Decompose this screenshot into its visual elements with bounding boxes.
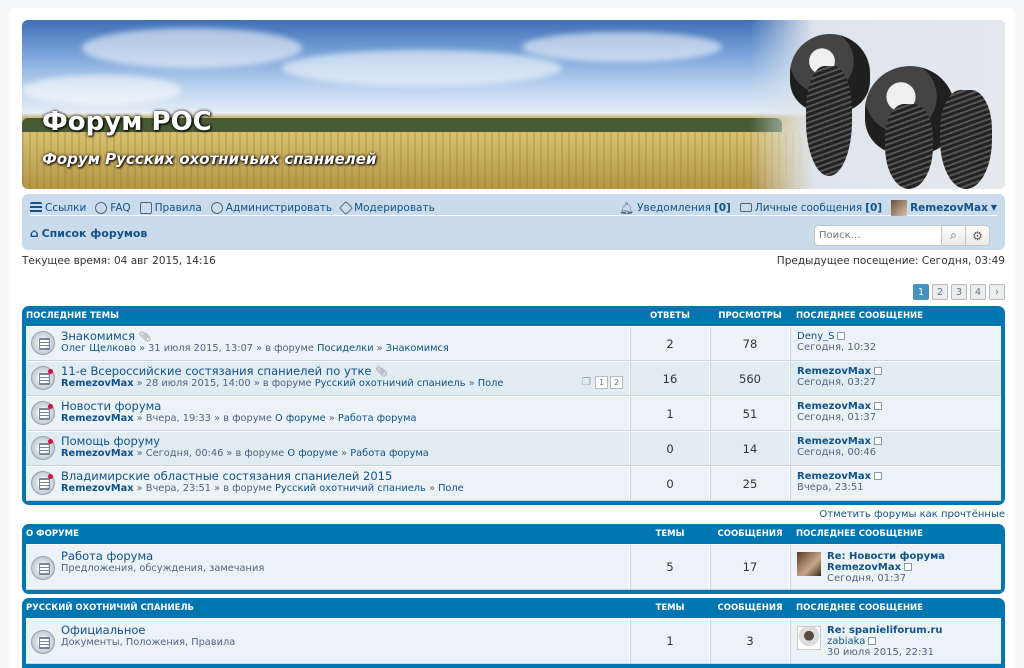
views-count: 51 [710, 397, 790, 430]
views-count: 14 [710, 432, 790, 465]
topic-read-icon[interactable] [31, 331, 55, 355]
page-2[interactable]: 2 [932, 284, 948, 300]
nav-rules[interactable]: Правила [139, 201, 202, 214]
caret-down-icon: ▼ [990, 203, 997, 212]
goto-last-post-icon[interactable] [837, 332, 846, 340]
views-count: 25 [710, 467, 790, 500]
goto-last-post-icon[interactable] [874, 472, 883, 480]
user-avatar [891, 199, 908, 216]
bell-icon: 🔔︎ [618, 200, 635, 215]
replies-count: 0 [630, 467, 710, 500]
goto-last-post-icon[interactable] [874, 402, 883, 410]
search-box: ⌕ ⚙ [814, 225, 990, 246]
forum-title[interactable]: Работа форума [61, 549, 153, 563]
time-row: Текущее время: 04 авг 2015, 14:16 Предыд… [22, 255, 1005, 267]
nav-moderate[interactable]: Модерировать [338, 200, 435, 215]
menu-icon [30, 201, 42, 214]
forum-title[interactable]: Официальное [61, 623, 145, 637]
nav-private-messages[interactable]: Личные сообщения [0] [739, 202, 882, 214]
topic-title[interactable]: 11-е Всероссийские состязания спаниелей … [61, 364, 371, 378]
forum-description: Предложения, обсуждения, замечания [61, 563, 265, 574]
pages-icon: ❐ [582, 377, 591, 388]
pagination: 1 2 3 4 › [913, 284, 1005, 300]
topic-row: Новости форума RemezovMax » Вчера, 19:33… [26, 396, 1001, 431]
recent-topics-header: Последние темы Ответы Просмотры Последне… [26, 311, 923, 321]
topic-row: Владимирские областные состязания спание… [26, 466, 1001, 501]
rules-icon [139, 201, 152, 214]
goto-last-post-icon[interactable] [904, 563, 913, 571]
topic-page-2[interactable]: 2 [610, 376, 623, 389]
help-icon [95, 201, 108, 214]
topic-page-1[interactable]: 1 [595, 376, 608, 389]
recent-topics-box: Последние темы Ответы Просмотры Последне… [22, 306, 1005, 505]
search-input[interactable] [814, 225, 942, 246]
home-icon: ⌂ [30, 226, 39, 240]
attachment-icon: 📎︎ [374, 367, 388, 378]
replies-count: 1 [630, 397, 710, 430]
nav-notifications[interactable]: 🔔︎ Уведомления [0] [619, 201, 731, 215]
replies-count: 2 [630, 327, 710, 360]
replies-count: 16 [630, 362, 710, 395]
gear-icon: ⚙ [972, 228, 983, 243]
replies-count: 0 [630, 432, 710, 465]
page-next[interactable]: › [989, 284, 1005, 300]
envelope-icon [739, 203, 752, 212]
spaniels-image [750, 20, 1005, 189]
current-time: Текущее время: 04 авг 2015, 14:16 [22, 255, 216, 267]
mark-forums-read-link[interactable]: Отметить форумы как прочтённые [819, 509, 1005, 520]
topic-row: 11-е Всероссийские состязания спаниелей … [26, 361, 1001, 396]
forum-row: Официальное Документы, Положения, Правила… [26, 618, 1001, 664]
last-poster-avatar[interactable] [797, 626, 821, 650]
topic-title[interactable]: Знакомимся [61, 329, 135, 343]
gavel-icon [338, 200, 354, 215]
breadcrumb[interactable]: ⌂ Список форумов [30, 226, 147, 240]
last-poster-avatar[interactable] [797, 552, 821, 576]
page-3[interactable]: 3 [951, 284, 967, 300]
forum-row: Работа форума Предложения, обсуждения, за… [26, 544, 1001, 590]
topics-count: 1 [630, 619, 710, 663]
nav-faq[interactable]: FAQ [95, 201, 131, 214]
views-count: 560 [710, 362, 790, 395]
gears-icon [210, 201, 223, 214]
topics-count: 5 [630, 545, 710, 589]
site-header: Форум РОС Форум Русских охотничьих спани… [22, 20, 1005, 189]
topic-row: Знакомимся 📎︎ Олег Щелково » 31 июля 201… [26, 326, 1001, 361]
topic-row: Помощь форуму RemezovMax » Сегодня, 00:4… [26, 431, 1001, 466]
forum-read-icon[interactable] [31, 555, 55, 580]
navbar: Ссылки FAQ Правила Администрировать Моде… [22, 194, 1005, 250]
posts-count: 17 [710, 545, 790, 589]
category-title[interactable]: О форуме [26, 529, 630, 539]
topic-title[interactable]: Новости форума [61, 399, 161, 413]
attachment-icon: 📎︎ [138, 332, 152, 343]
nav-links[interactable]: Ссылки [30, 201, 86, 214]
topic-unread-icon[interactable] [31, 436, 55, 460]
goto-last-post-icon[interactable] [868, 637, 877, 645]
forum-read-icon[interactable] [31, 629, 55, 654]
site-description: Форум Русских охотничьих спаниелей [42, 150, 377, 168]
category-russian-spaniel: Русский охотничий спаниель Темы Сообщени… [22, 598, 1005, 668]
topic-unread-icon[interactable] [31, 471, 55, 495]
goto-last-post-icon[interactable] [874, 437, 883, 445]
topic-pagination: ❐ 1 2 [580, 376, 623, 389]
topic-unread-icon[interactable] [31, 401, 55, 425]
goto-last-post-icon[interactable] [874, 367, 883, 375]
forum-description: Документы, Положения, Правила [61, 637, 236, 648]
nav-admin[interactable]: Администрировать [210, 201, 332, 214]
views-count: 78 [710, 327, 790, 360]
page-1[interactable]: 1 [913, 284, 929, 300]
site-title[interactable]: Форум РОС [42, 107, 212, 137]
search-button[interactable]: ⌕ [942, 225, 966, 246]
topic-title[interactable]: Помощь форуму [61, 434, 160, 448]
search-icon: ⌕ [950, 228, 957, 242]
category-about-forum: О форуме Темы Сообщения Последнее сообще… [22, 524, 1005, 594]
user-menu[interactable]: RemezovMax ▼ [891, 199, 997, 216]
posts-count: 3 [710, 619, 790, 663]
page-4[interactable]: 4 [970, 284, 986, 300]
topic-title[interactable]: Владимирские областные состязания спание… [61, 469, 392, 483]
last-visit: Предыдущее посещение: Сегодня, 03:49 [776, 255, 1005, 267]
topic-unread-icon[interactable] [31, 366, 55, 390]
category-title[interactable]: Русский охотничий спаниель [26, 603, 630, 613]
advanced-search-button[interactable]: ⚙ [966, 225, 990, 246]
